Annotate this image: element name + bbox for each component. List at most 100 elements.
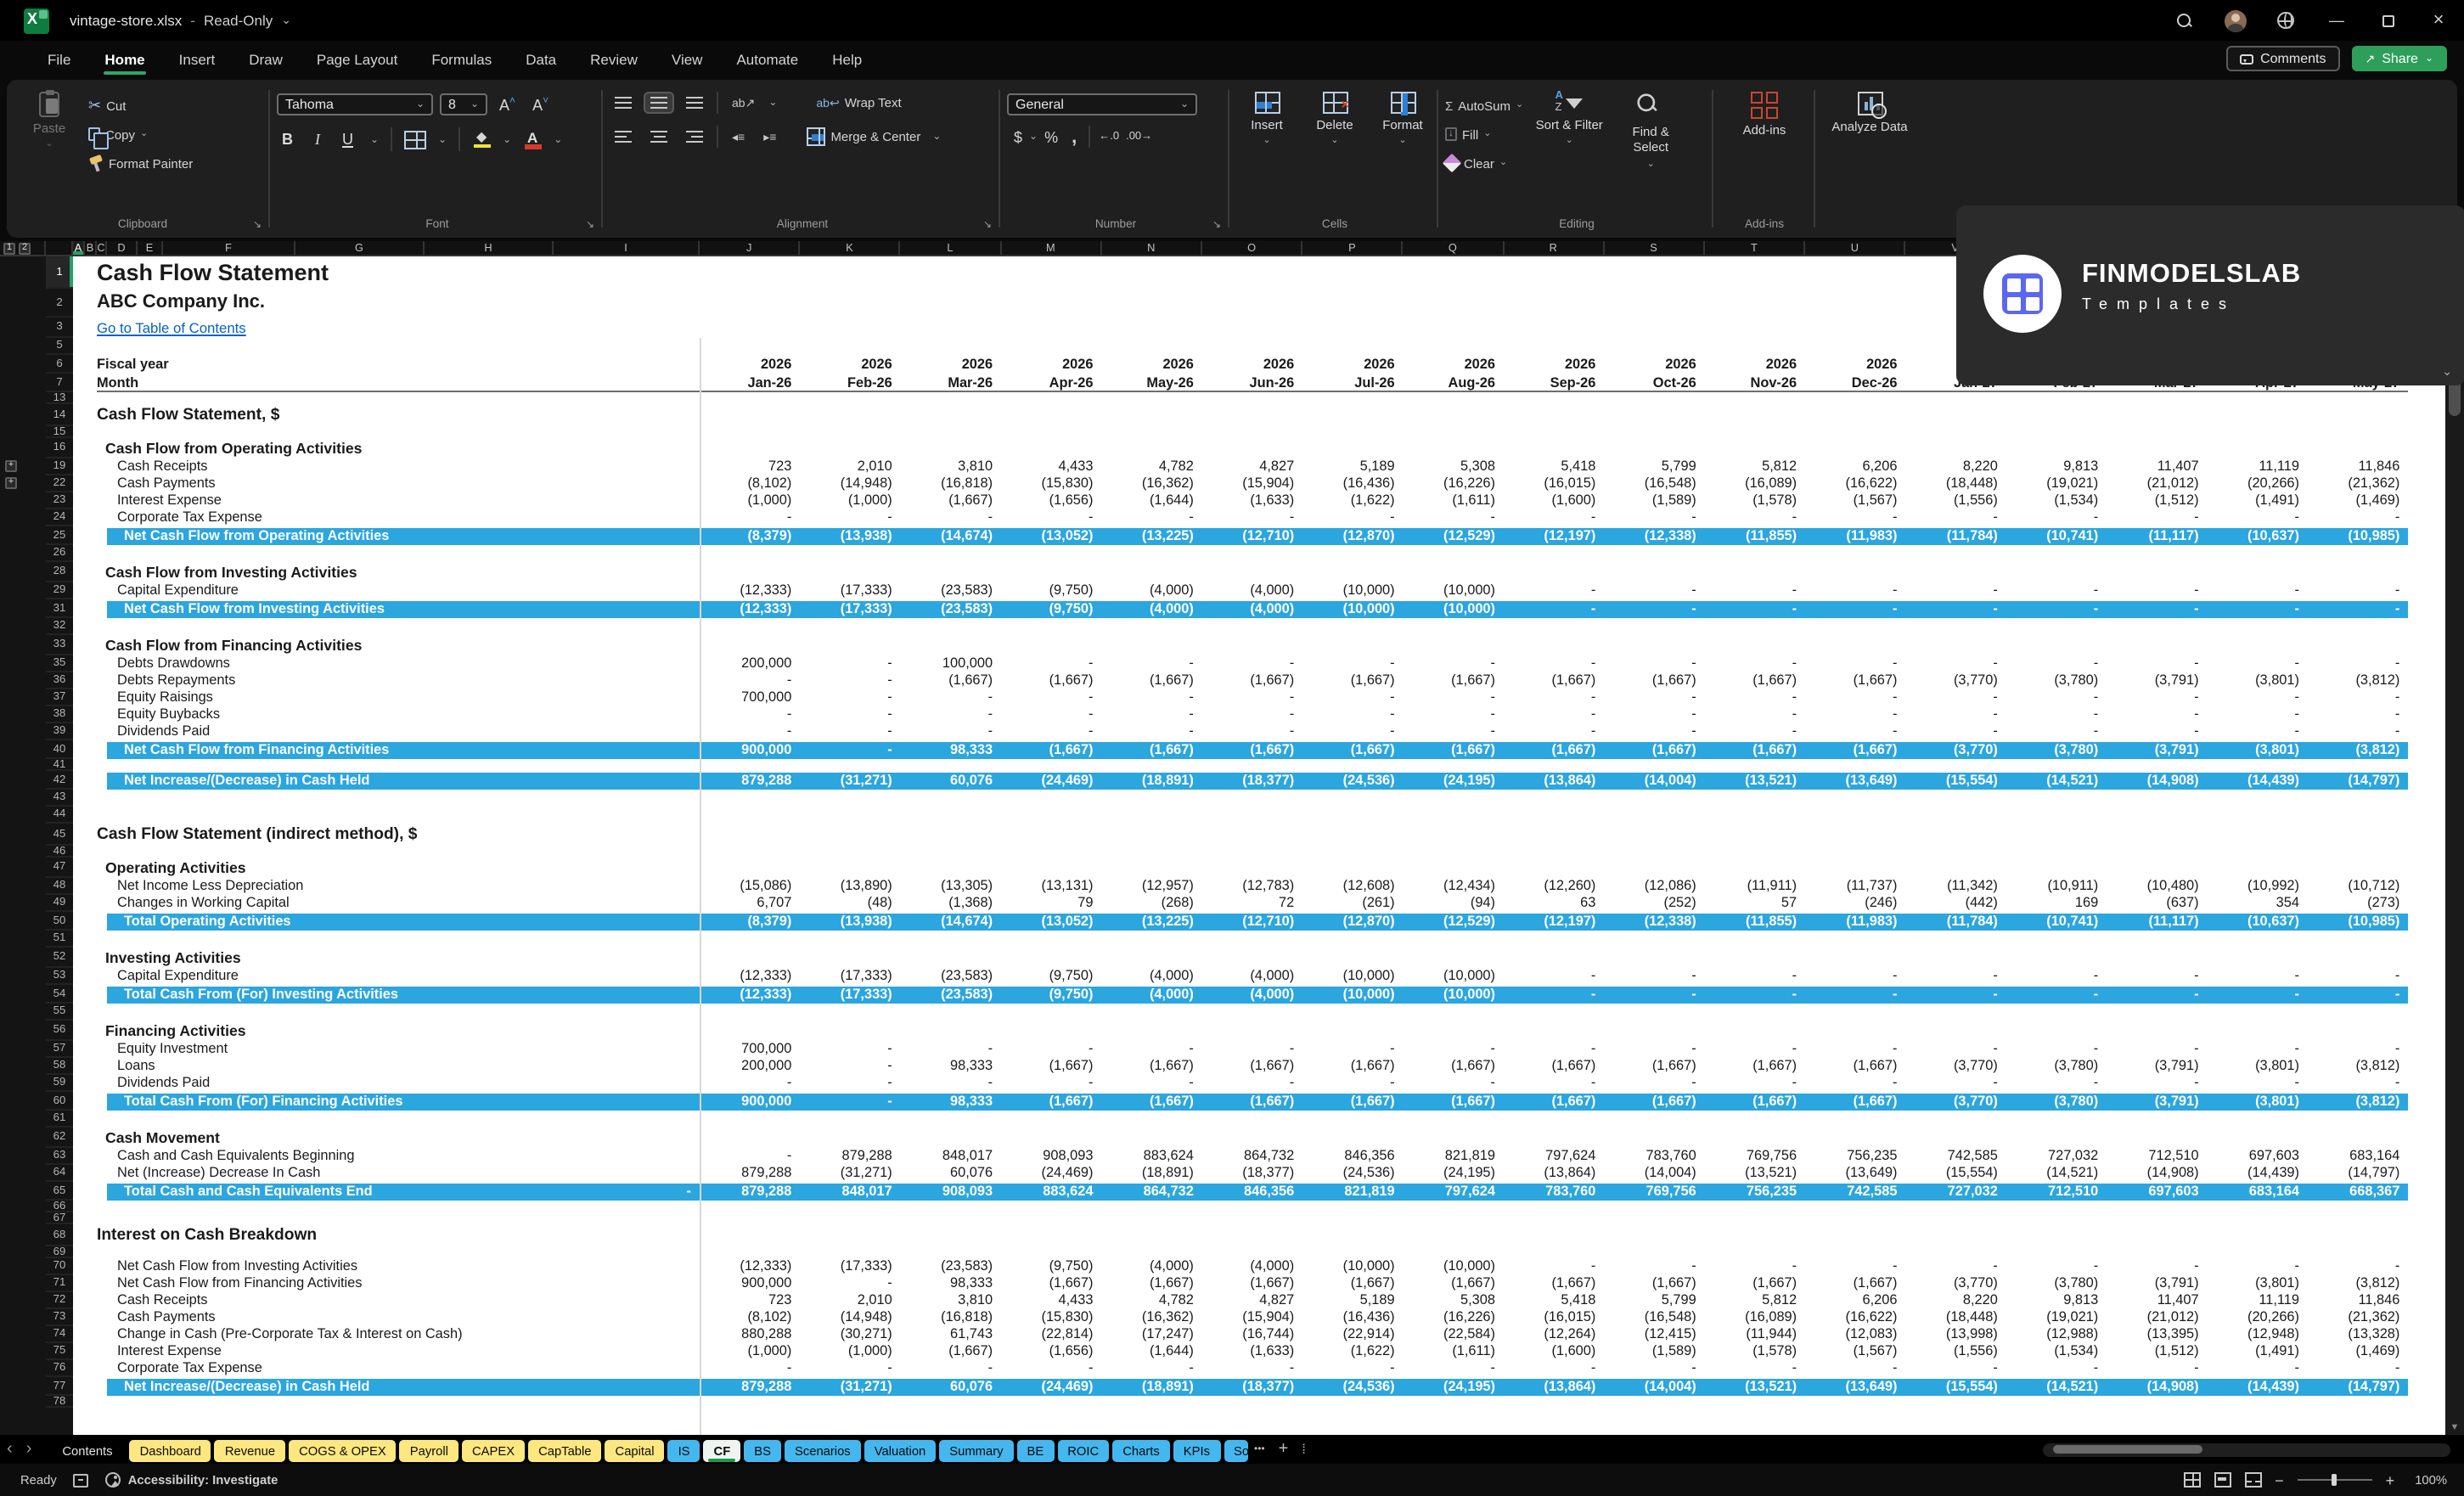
orientation-button[interactable]: ab↗	[727, 93, 760, 113]
cell-O35[interactable]: -	[1202, 655, 1302, 672]
cell-M57[interactable]: -	[1001, 1041, 1101, 1058]
cell-R24[interactable]: -	[1504, 509, 1604, 526]
cell-L70[interactable]: (23,583)	[901, 1258, 1001, 1275]
cell-Q58[interactable]: (1,667)	[1404, 1058, 1504, 1075]
cell-Z70[interactable]: -	[2308, 1258, 2408, 1275]
accessibility-status[interactable]: Accessibility: Investigate	[106, 1472, 278, 1488]
insert-cells-button[interactable]: Insert ⌄	[1236, 85, 1297, 204]
cell-V65[interactable]: 727,032	[1906, 1182, 2006, 1201]
cell-L23[interactable]: (1,667)	[901, 492, 1001, 509]
cell-T42[interactable]: (13,521)	[1705, 771, 1805, 790]
cell-T36[interactable]: (1,667)	[1705, 672, 1805, 689]
cell-K39[interactable]: -	[800, 723, 900, 740]
cell-Z39[interactable]: -	[2308, 723, 2408, 740]
cell-M7[interactable]: Apr-26	[1001, 374, 1101, 392]
cell-M77[interactable]: (24,469)	[1001, 1377, 1101, 1396]
cell-W39[interactable]: -	[2006, 723, 2107, 740]
cell-U64[interactable]: (13,649)	[1805, 1165, 1905, 1182]
cell-U22[interactable]: (16,622)	[1805, 475, 1905, 492]
row-header-15[interactable]: 15	[46, 426, 73, 438]
cell-T39[interactable]: -	[1705, 723, 1805, 740]
maximize-button[interactable]	[2362, 0, 2413, 41]
row-header-45[interactable]: 45	[46, 824, 73, 846]
increase-decimal-button[interactable]: ←.0	[1095, 131, 1122, 143]
macro-record-icon[interactable]	[74, 1473, 89, 1487]
cell-M72[interactable]: 4,433	[1001, 1292, 1101, 1309]
cell-T35[interactable]: -	[1705, 655, 1805, 672]
row-header-24[interactable]: 24	[46, 509, 73, 526]
cell-X22[interactable]: (21,012)	[2107, 475, 2207, 492]
cell-J50[interactable]: (8,379)	[700, 912, 800, 931]
cell-W37[interactable]: -	[2006, 689, 2107, 706]
cell-R29[interactable]: -	[1504, 582, 1604, 599]
cell-Q71[interactable]: (1,667)	[1404, 1275, 1504, 1292]
cell-Y65[interactable]: 683,164	[2208, 1182, 2308, 1201]
cell-M23[interactable]: (1,656)	[1001, 492, 1101, 509]
cell-L59[interactable]: -	[901, 1075, 1001, 1092]
cell-W50[interactable]: (10,741)	[2006, 912, 2107, 931]
cell-V39[interactable]: -	[1906, 723, 2006, 740]
cell-P70[interactable]: (10,000)	[1302, 1258, 1403, 1275]
font-color-button[interactable]: A	[523, 130, 542, 149]
cell-Z48[interactable]: (10,712)	[2308, 878, 2408, 895]
cell-S54[interactable]: -	[1604, 985, 1704, 1004]
cell-R40[interactable]: (1,667)	[1504, 740, 1604, 759]
close-button[interactable]: ×	[2413, 0, 2464, 41]
row-header-65[interactable]: 65	[46, 1182, 73, 1201]
cell-W64[interactable]: (14,521)	[2006, 1165, 2107, 1182]
sheet-tab-capex[interactable]: CAPEX	[462, 1439, 525, 1461]
cell-J19[interactable]: 723	[700, 458, 800, 475]
cell-N70[interactable]: (4,000)	[1102, 1258, 1202, 1275]
cell-W59[interactable]: -	[2006, 1075, 2107, 1092]
minimize-button[interactable]: —	[2311, 0, 2362, 41]
cell-pre-value[interactable]: -	[73, 1182, 691, 1201]
cell-X38[interactable]: -	[2107, 706, 2207, 723]
cell-P31[interactable]: (10,000)	[1302, 599, 1403, 618]
cell-W65[interactable]: 712,510	[2006, 1182, 2107, 1201]
paste-button[interactable]: Paste ⌄	[20, 85, 78, 204]
row-header-70[interactable]: 70	[46, 1258, 73, 1275]
cell-L74[interactable]: 61,743	[901, 1326, 1001, 1343]
orientation-chevron-down-icon[interactable]: ⌄	[768, 97, 777, 109]
alignment-dialog-launcher-icon[interactable]: ↘	[983, 219, 992, 231]
cell-S6[interactable]: 2026	[1604, 355, 1704, 374]
cell-Y64[interactable]: (14,439)	[2208, 1165, 2308, 1182]
cell-O57[interactable]: -	[1202, 1041, 1302, 1058]
cell-K37[interactable]: -	[800, 689, 900, 706]
column-header-E[interactable]: E	[138, 241, 163, 256]
cell-K71[interactable]: -	[800, 1275, 900, 1292]
cell-J63[interactable]: -	[700, 1148, 800, 1165]
cell-N54[interactable]: (4,000)	[1102, 985, 1202, 1004]
cell-K22[interactable]: (14,948)	[800, 475, 900, 492]
cell-X71[interactable]: (3,791)	[2107, 1275, 2207, 1292]
currency-format-button[interactable]: $	[1007, 128, 1029, 145]
cell-L71[interactable]: 98,333	[901, 1275, 1001, 1292]
cell-Y38[interactable]: -	[2208, 706, 2308, 723]
cell-W54[interactable]: -	[2006, 985, 2107, 1004]
cell-K35[interactable]: -	[800, 655, 900, 672]
cell-Z71[interactable]: (3,812)	[2308, 1275, 2408, 1292]
cell-O77[interactable]: (18,377)	[1202, 1377, 1302, 1396]
cell-N63[interactable]: 883,624	[1102, 1148, 1202, 1165]
cell-Q42[interactable]: (24,195)	[1404, 771, 1504, 790]
cell-R64[interactable]: (13,864)	[1504, 1165, 1604, 1182]
cell-O65[interactable]: 846,356	[1202, 1182, 1302, 1201]
cell-X76[interactable]: -	[2107, 1360, 2207, 1377]
cell-X48[interactable]: (10,480)	[2107, 878, 2207, 895]
cell-N76[interactable]: -	[1102, 1360, 1202, 1377]
cell-L64[interactable]: 60,076	[901, 1165, 1001, 1182]
cell-Y29[interactable]: -	[2208, 582, 2308, 599]
shrink-font-button[interactable]: A˅	[527, 96, 554, 113]
cell-W74[interactable]: (12,988)	[2006, 1326, 2107, 1343]
cell-O50[interactable]: (12,710)	[1202, 912, 1302, 931]
row-header-54[interactable]: 54	[46, 985, 73, 1004]
cell-Y48[interactable]: (10,992)	[2208, 878, 2308, 895]
cell-M36[interactable]: (1,667)	[1001, 672, 1101, 689]
cell-M54[interactable]: (9,750)	[1001, 985, 1101, 1004]
cell-P63[interactable]: 846,356	[1302, 1148, 1403, 1165]
cell-S53[interactable]: -	[1604, 968, 1704, 985]
cell-X64[interactable]: (14,908)	[2107, 1165, 2207, 1182]
cell-N50[interactable]: (13,225)	[1102, 912, 1202, 931]
column-header-U[interactable]: U	[1805, 241, 1905, 256]
comments-button[interactable]: Comments	[2226, 46, 2339, 71]
